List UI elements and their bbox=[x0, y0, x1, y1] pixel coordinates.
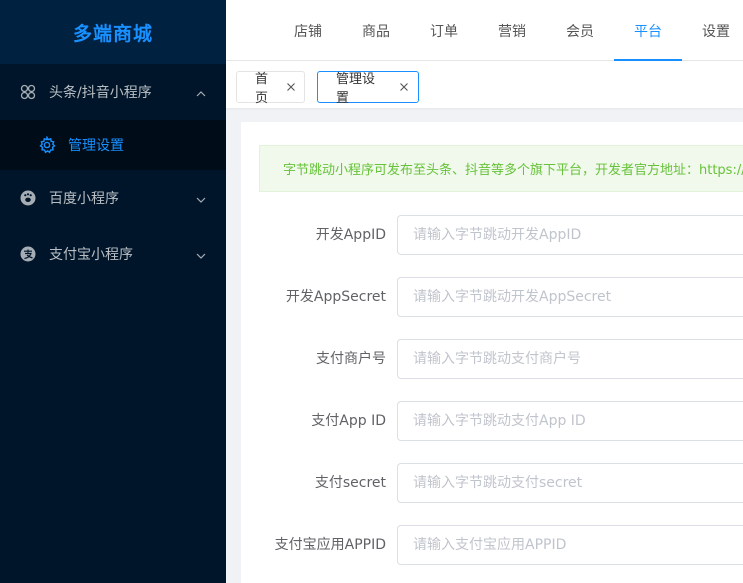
merchant-id-input[interactable] bbox=[397, 339, 743, 379]
sidebar-menu-label: 头条/抖音小程序 bbox=[49, 85, 152, 101]
topnav-item-goods[interactable]: 商品 bbox=[342, 0, 410, 61]
top-nav-menu: 店铺 商品 订单 营销 会员 平台 设置 bbox=[274, 0, 743, 61]
tabs-bar: 首页 管理设置 bbox=[226, 61, 743, 108]
sidebar: 多端商城 头条/抖音小程序 管理设置 百度小程序 支付宝小程序 bbox=[0, 0, 226, 583]
tab-manage-settings[interactable]: 管理设置 bbox=[317, 71, 419, 106]
form-label: 支付App ID bbox=[311, 413, 386, 429]
form-row-dev-appid: 开发AppID bbox=[259, 215, 743, 255]
topnav-item-settings[interactable]: 设置 bbox=[682, 0, 743, 61]
dev-appid-input[interactable] bbox=[397, 215, 743, 255]
app-title: 多端商城 bbox=[72, 22, 153, 45]
form-label: 支付宝应用APPID bbox=[274, 537, 386, 553]
topnav-item-platform[interactable]: 平台 bbox=[614, 0, 682, 61]
info-alert: 字节跳动小程序可发布至头条、抖音等多个旗下平台，开发者官方地址：https://… bbox=[259, 145, 743, 192]
chevron-down-icon bbox=[196, 249, 206, 259]
tab-label: 管理设置 bbox=[336, 72, 376, 106]
form-row-dev-appsecret: 开发AppSecret bbox=[259, 277, 743, 317]
dev-appsecret-input[interactable] bbox=[397, 277, 743, 317]
form-label: 开发AppSecret bbox=[285, 289, 386, 305]
pay-appid-input[interactable] bbox=[397, 401, 743, 441]
bytedance-icon bbox=[20, 84, 36, 100]
top-navbar: 店铺 商品 订单 营销 会员 平台 设置 bbox=[226, 0, 743, 61]
form-row-pay-secret: 支付secret bbox=[259, 463, 743, 503]
topnav-item-marketing[interactable]: 营销 bbox=[478, 0, 546, 61]
pay-secret-input[interactable] bbox=[397, 463, 743, 503]
close-icon[interactable] bbox=[286, 81, 296, 93]
sidebar-submenu-bytedance: 管理设置 bbox=[0, 120, 226, 170]
alert-text: 字节跳动小程序可发布至头条、抖音等多个旗下平台，开发者官方地址：https://… bbox=[283, 163, 743, 178]
form-row-alipay-appid: 支付宝应用APPID bbox=[259, 525, 743, 565]
sidebar-item-label: 管理设置 bbox=[68, 138, 124, 154]
sidebar-item-manage-settings[interactable]: 管理设置 bbox=[0, 120, 226, 170]
settings-panel: 字节跳动小程序可发布至头条、抖音等多个旗下平台，开发者官方地址：https://… bbox=[241, 122, 743, 583]
alipay-appid-input[interactable] bbox=[397, 525, 743, 565]
topnav-item-orders[interactable]: 订单 bbox=[410, 0, 478, 61]
close-icon[interactable] bbox=[399, 81, 410, 93]
sidebar-menu-baidu[interactable]: 百度小程序 bbox=[0, 170, 226, 226]
gear-icon bbox=[38, 136, 56, 154]
sidebar-menu-alipay[interactable]: 支付宝小程序 bbox=[0, 226, 226, 282]
form-label: 开发AppID bbox=[315, 227, 386, 243]
chevron-down-icon bbox=[196, 193, 206, 203]
baidu-icon bbox=[20, 190, 36, 206]
alipay-icon bbox=[20, 246, 36, 262]
form-row-merchant-id: 支付商户号 bbox=[259, 339, 743, 379]
topnav-item-shop[interactable]: 店铺 bbox=[274, 0, 342, 61]
tab-home[interactable]: 首页 bbox=[236, 71, 305, 106]
sidebar-menu-bytedance[interactable]: 头条/抖音小程序 bbox=[0, 64, 226, 120]
form-label: 支付商户号 bbox=[316, 351, 386, 367]
tab-label: 首页 bbox=[255, 72, 269, 106]
chevron-up-icon bbox=[196, 87, 206, 97]
topnav-item-members[interactable]: 会员 bbox=[546, 0, 614, 61]
sidebar-menu-label: 百度小程序 bbox=[49, 191, 119, 207]
sidebar-menu-label: 支付宝小程序 bbox=[49, 247, 133, 263]
form-label: 支付secret bbox=[314, 475, 386, 491]
form-row-pay-appid: 支付App ID bbox=[259, 401, 743, 441]
app-logo[interactable]: 多端商城 bbox=[0, 0, 226, 64]
